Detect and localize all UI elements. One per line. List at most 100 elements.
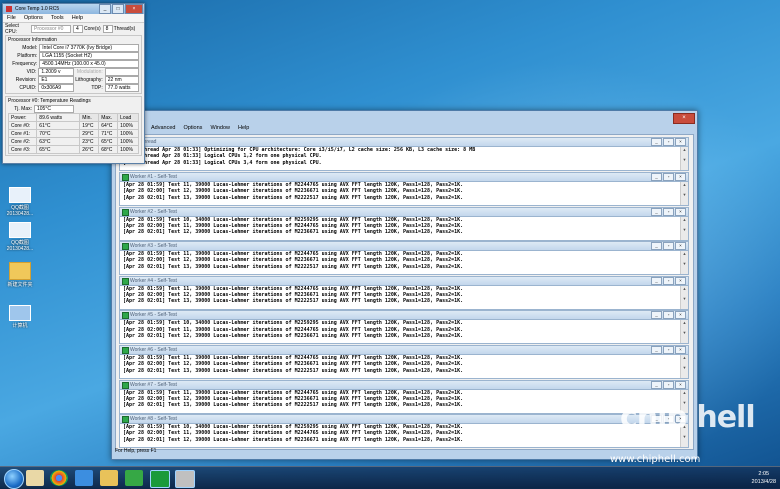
processor-information-group: Processor Information Model: Intel Core i… <box>5 35 142 94</box>
restore-icon[interactable]: ▫ <box>663 242 674 251</box>
close-icon[interactable]: × <box>675 380 686 389</box>
core-min: 23°C <box>79 137 100 146</box>
menu-options[interactable]: Options <box>179 125 206 131</box>
scrollbar[interactable]: ▲ ▼ <box>680 251 688 275</box>
taskbar-ie-icon[interactable] <box>75 470 93 486</box>
menubar: File Options Tools Help <box>3 14 144 23</box>
menu-window[interactable]: Window <box>206 125 234 131</box>
scrollbar[interactable]: ▲ ▼ <box>680 216 688 240</box>
col-min: Min. <box>79 113 100 122</box>
taskbar-library-icon[interactable] <box>26 470 44 486</box>
worker-status-icon <box>122 381 129 389</box>
log-line: [Apr 28 02:01] Test 13, 39000 Lucas-Lehm… <box>123 263 464 270</box>
menu-file[interactable]: File <box>3 14 20 22</box>
minimize-icon[interactable]: _ <box>651 346 662 354</box>
pane-header: Worker #2 - Self-Test _ ▫ × <box>119 206 689 217</box>
worker-status-icon <box>122 174 129 181</box>
start-button[interactable] <box>4 469 24 489</box>
taskbar-prime95-icon[interactable] <box>150 470 170 488</box>
power-value: 89.6 watts <box>36 113 81 122</box>
menu-help[interactable]: Help <box>234 125 253 131</box>
close-icon[interactable]: × <box>675 311 686 320</box>
main-thread-pane: Main thread _ ▫ × [Main thread Apr 28 01… <box>119 137 689 171</box>
pane-title: Worker #1 - Self-Test <box>130 174 177 180</box>
minimize-icon[interactable]: _ <box>651 276 662 285</box>
scrollbar[interactable]: ▲ ▼ <box>680 147 688 170</box>
pane-log: [Main thread Apr 28 01:33] Optimizing fo… <box>119 147 689 171</box>
close-button[interactable]: × <box>673 113 695 124</box>
core-max: 64°C <box>98 121 119 130</box>
system-clock[interactable]: 2:05 2013/4/28 <box>752 470 776 486</box>
minimize-icon[interactable]: _ <box>651 242 662 251</box>
scrollbar[interactable]: ▲ ▼ <box>680 320 688 344</box>
pane-header: Worker #1 - Self-Test _ ▫ × <box>119 172 689 182</box>
desktop-icon-new-folder[interactable]: 新建文件夹 <box>0 262 40 288</box>
core-max: 71°C <box>98 129 119 138</box>
log-line: [Apr 28 02:01] Test 13, 39000 Lucas-Lehm… <box>123 194 464 201</box>
close-icon[interactable]: × <box>675 242 686 251</box>
restore-icon[interactable]: ▫ <box>663 207 674 216</box>
core-temp: 65°C <box>36 145 81 154</box>
close-icon[interactable]: × <box>675 138 686 146</box>
scrollbar[interactable]: ▲ ▼ <box>680 182 688 205</box>
minimize-icon[interactable]: _ <box>651 207 662 216</box>
close-icon[interactable]: × <box>675 173 686 181</box>
core-max: 65°C <box>98 137 119 146</box>
minimize-button[interactable]: _ <box>99 4 111 14</box>
scrollbar[interactable]: ▲ ▼ <box>680 285 688 309</box>
core-row: Core #2: 63°C 23°C 65°C 100% <box>7 137 139 146</box>
minimize-icon[interactable]: _ <box>651 380 662 389</box>
minimize-icon[interactable]: _ <box>651 138 662 146</box>
restore-icon[interactable]: ▫ <box>663 311 674 320</box>
minimize-icon[interactable]: _ <box>651 311 662 320</box>
pane-header: Worker #3 - Self-Test _ ▫ × <box>119 241 689 252</box>
worker-pane: Worker #3 - Self-Test _ ▫ × [Apr 28 01:59] T… <box>119 241 689 276</box>
pane-title: Worker #5 - Self-Test <box>130 312 177 319</box>
core-min: 26°C <box>79 145 100 154</box>
close-icon[interactable]: × <box>675 207 686 216</box>
pane-log: [Apr 28 01:59] Test 11, 39000 Lucas-Lehm… <box>119 251 689 276</box>
restore-icon[interactable]: ▫ <box>663 276 674 285</box>
core-load: 100% <box>117 145 139 154</box>
desktop-icon-computer[interactable]: 计算机 <box>0 305 40 329</box>
taskbar-app-icon[interactable] <box>125 470 143 486</box>
cores-count: 4 <box>73 25 83 33</box>
frequency-value: 4500.14MHz (100.00 x 45.0) <box>39 60 139 68</box>
menu-options[interactable]: Options <box>20 14 47 22</box>
cores-label: Core(s) <box>84 26 101 32</box>
core-load: 100% <box>117 137 139 146</box>
taskbar-chrome-icon[interactable] <box>50 470 68 486</box>
menu-help[interactable]: Help <box>68 14 87 22</box>
restore-icon[interactable]: ▫ <box>663 346 674 354</box>
close-icon[interactable]: × <box>675 346 686 354</box>
taskbar-coretemp-icon[interactable] <box>175 470 195 488</box>
close-button[interactable]: × <box>125 4 143 14</box>
menu-advanced[interactable]: Advanced <box>147 125 179 131</box>
power-label: Power: <box>7 113 38 122</box>
pane-header: Worker #8 - Self-Test _ ▫ × <box>119 414 689 425</box>
window-title: Core Temp 1.0 RC5 <box>15 6 60 12</box>
taskbar-explorer-icon[interactable] <box>100 470 118 486</box>
scrollbar[interactable]: ▲ ▼ <box>680 355 688 378</box>
restore-icon[interactable]: ▫ <box>663 380 674 389</box>
core-name: Core #0: <box>7 121 38 130</box>
pane-header: Main thread _ ▫ × <box>119 137 689 147</box>
restore-icon[interactable]: ▫ <box>663 173 674 181</box>
log-line: [Apr 28 02:01] Test 13, 39000 Lucas-Lehm… <box>123 402 464 409</box>
desktop-icon-screenshot-2[interactable]: QQ截图20130428... <box>0 222 40 252</box>
maximize-button[interactable]: □ <box>112 4 124 14</box>
cpuid-label: CPUID: <box>19 85 37 91</box>
worker-status-icon <box>122 416 129 424</box>
cpu-select[interactable]: Processor #0 <box>31 25 71 33</box>
desktop-icon-screenshot-1[interactable]: QQ截图20130428... <box>0 187 40 217</box>
title-bar[interactable]: Core Temp 1.0 RC5 _ □ × <box>3 4 144 14</box>
menu-tools[interactable]: Tools <box>47 14 68 22</box>
minimize-icon[interactable]: _ <box>651 173 662 181</box>
restore-icon[interactable]: ▫ <box>663 138 674 146</box>
pane-header: Worker #7 - Self-Test _ ▫ × <box>119 379 689 390</box>
cpuid-value: 0x306A9 <box>38 84 75 92</box>
vid-value: 1.2009 v <box>38 68 75 76</box>
pane-log: [Apr 28 01:59] Test 11, 39000 Lucas-Lehm… <box>119 182 689 206</box>
core-name: Core #2: <box>7 137 38 146</box>
close-icon[interactable]: × <box>675 276 686 285</box>
